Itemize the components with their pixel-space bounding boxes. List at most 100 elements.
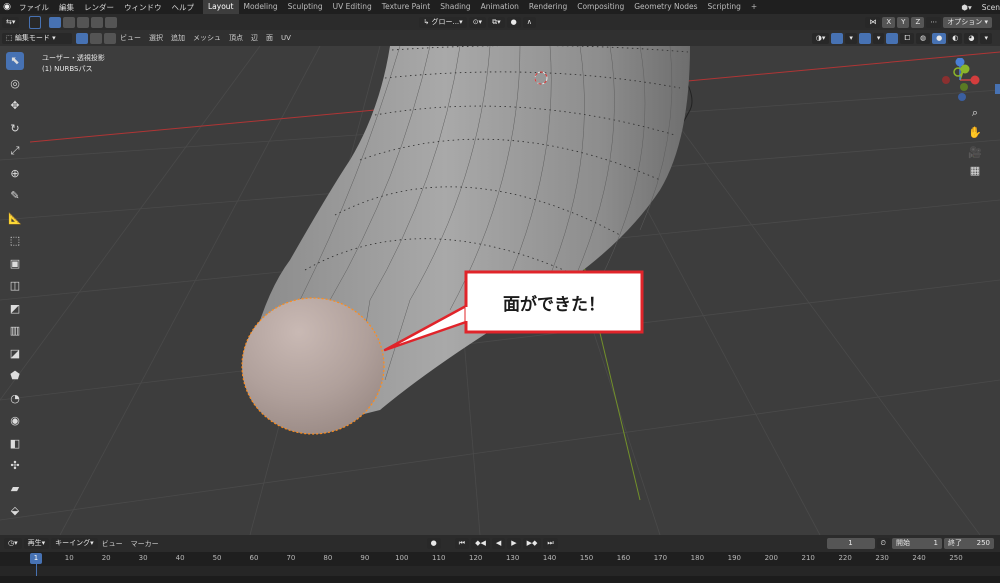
- axis-x-toggle[interactable]: X: [882, 16, 896, 28]
- gizmo-dropdown[interactable]: ▾: [845, 32, 857, 44]
- overlay-dropdown[interactable]: ▾: [872, 32, 885, 44]
- shading-wireframe-icon[interactable]: ◍: [916, 32, 931, 44]
- shading-material-icon[interactable]: ◐: [948, 32, 963, 44]
- pivot-point-dropdown[interactable]: ⊙▾: [468, 16, 487, 28]
- proportional-edit-toggle[interactable]: ●: [506, 16, 521, 28]
- zoom-icon[interactable]: ⌕: [972, 106, 978, 119]
- tab-texture-paint[interactable]: Texture Paint: [377, 0, 435, 14]
- pan-hand-icon[interactable]: ✋: [968, 126, 982, 139]
- record-key-icon[interactable]: ●: [426, 538, 441, 549]
- axis-x-ball-icon[interactable]: [970, 75, 980, 85]
- blender-logo-icon[interactable]: ◉: [0, 2, 14, 12]
- timeline-menu-marker[interactable]: マーカー: [127, 539, 163, 549]
- mirror-icon[interactable]: ⋈: [865, 16, 881, 28]
- tab-shading[interactable]: Shading: [435, 0, 475, 14]
- axis-z-toggle[interactable]: Z: [911, 16, 925, 28]
- tab-sculpting[interactable]: Sculpting: [283, 0, 328, 14]
- snap-dropdown[interactable]: ⧉▾: [488, 16, 505, 28]
- menu-help[interactable]: ヘルプ: [167, 2, 200, 13]
- sidebar-toggle-tab[interactable]: [995, 84, 1000, 94]
- select-mode-new-icon[interactable]: [49, 16, 62, 28]
- menu-render[interactable]: レンダー: [79, 2, 119, 13]
- edge-slide-tool-icon[interactable]: ◧: [6, 435, 24, 453]
- move-tool-icon[interactable]: ✥: [6, 97, 24, 115]
- shading-solid-icon[interactable]: ●: [932, 32, 947, 44]
- select-mode-intersect-icon[interactable]: [105, 16, 118, 28]
- jump-keyframe-forward-icon[interactable]: ▶◆: [522, 538, 542, 549]
- falloff-dropdown[interactable]: ∧: [522, 16, 536, 28]
- options-dropdown[interactable]: オプション ▾: [943, 16, 992, 28]
- gizmo-toggle-icon[interactable]: [831, 32, 844, 44]
- timeline-body[interactable]: [0, 566, 1000, 576]
- rip-region-tool-icon[interactable]: ⬙: [6, 502, 24, 520]
- spin-tool-icon[interactable]: ◔: [6, 390, 24, 408]
- tab-uv-editing[interactable]: UV Editing: [328, 0, 377, 14]
- menu-edit[interactable]: 編集: [54, 2, 79, 13]
- menu-file[interactable]: ファイル: [14, 2, 54, 13]
- jump-keyframe-back-icon[interactable]: ◆◀: [471, 538, 490, 549]
- add-cube-tool-icon[interactable]: ⬚: [6, 232, 24, 250]
- tab-scripting[interactable]: Scripting: [703, 0, 746, 14]
- visibility-icon[interactable]: ◑▾: [811, 32, 830, 44]
- edge-select-icon[interactable]: [90, 32, 102, 44]
- select-mode-invert-icon[interactable]: [91, 16, 104, 28]
- annotate-tool-icon[interactable]: ✎: [6, 187, 24, 205]
- axis-y-toggle[interactable]: Y: [897, 16, 910, 28]
- tab-geometry-nodes[interactable]: Geometry Nodes: [629, 0, 702, 14]
- rotate-tool-icon[interactable]: ↻: [6, 120, 24, 138]
- jump-end-icon[interactable]: ⏭: [543, 538, 558, 549]
- shrink-fatten-tool-icon[interactable]: ✣: [6, 457, 24, 475]
- scene-label[interactable]: Scen: [977, 3, 1000, 12]
- end-cap-face[interactable]: [242, 298, 384, 434]
- menu-uv[interactable]: UV: [277, 34, 295, 42]
- vertex-select-icon[interactable]: [76, 32, 88, 44]
- shear-tool-icon[interactable]: ▰: [6, 480, 24, 498]
- tab-layout[interactable]: Layout: [203, 0, 239, 14]
- overlay-toggle-icon[interactable]: [858, 32, 871, 44]
- menu-mesh[interactable]: メッシュ: [189, 33, 225, 43]
- timeline-menu-view[interactable]: ビュー: [98, 539, 127, 549]
- ortho-grid-icon[interactable]: ▦: [970, 164, 980, 177]
- start-frame-field[interactable]: 開始 1: [892, 538, 942, 549]
- face-select-icon[interactable]: [104, 32, 116, 44]
- measure-tool-icon[interactable]: 📐: [6, 210, 24, 228]
- navigation-gizmo[interactable]: ⌕ ✋ 🎥 ▦: [938, 58, 988, 188]
- select-mode-extend-icon[interactable]: [63, 16, 76, 28]
- current-frame-field[interactable]: 1: [826, 538, 875, 549]
- poly-build-tool-icon[interactable]: ⬟: [6, 367, 24, 385]
- mesh-overlay-icon[interactable]: [886, 32, 899, 44]
- auto-merge-icon[interactable]: ⋯: [926, 16, 942, 28]
- menu-add[interactable]: 追加: [167, 33, 189, 43]
- knife-tool-icon[interactable]: ◪: [6, 345, 24, 363]
- transform-orientation-dropdown[interactable]: ↳ グロー...▾: [419, 16, 467, 28]
- jump-start-icon[interactable]: ⏮: [454, 538, 470, 549]
- menu-select[interactable]: 選択: [145, 33, 167, 43]
- play-icon[interactable]: ▶: [507, 538, 521, 549]
- menu-window[interactable]: ウィンドウ: [119, 2, 167, 13]
- mode-dropdown[interactable]: ⬚ 編集モード ▾: [2, 32, 72, 44]
- inset-tool-icon[interactable]: ◫: [6, 277, 24, 295]
- timeline-menu-playback[interactable]: 再生▾: [23, 538, 50, 549]
- add-workspace-icon[interactable]: +: [746, 0, 762, 14]
- menu-edge[interactable]: 辺: [247, 33, 262, 43]
- transform-tool-icon[interactable]: ⊕: [6, 165, 24, 183]
- end-frame-field[interactable]: 終了 250: [944, 538, 994, 549]
- select-mode-subtract-icon[interactable]: [77, 16, 90, 28]
- tab-modeling[interactable]: Modeling: [239, 0, 283, 14]
- bevel-tool-icon[interactable]: ◩: [6, 300, 24, 318]
- shading-rendered-icon[interactable]: ◕: [964, 32, 979, 44]
- tab-animation[interactable]: Animation: [476, 0, 524, 14]
- smooth-tool-icon[interactable]: ◉: [6, 412, 24, 430]
- editor-type-icon[interactable]: ⇆▾: [2, 16, 20, 28]
- select-box-tool-icon[interactable]: ⬉: [6, 52, 24, 70]
- timeline-editor-icon[interactable]: ◷▾: [4, 538, 22, 549]
- tab-rendering[interactable]: Rendering: [524, 0, 572, 14]
- shading-dropdown[interactable]: ▾: [980, 32, 992, 44]
- cursor-tool-icon[interactable]: ◎: [6, 75, 24, 93]
- menu-vertex[interactable]: 頂点: [225, 33, 247, 43]
- xray-toggle-icon[interactable]: ⧠: [900, 32, 915, 44]
- extrude-tool-icon[interactable]: ▣: [6, 255, 24, 273]
- select-tool-icon[interactable]: [29, 15, 42, 29]
- play-reverse-icon[interactable]: ◀: [491, 538, 506, 549]
- tab-compositing[interactable]: Compositing: [572, 0, 629, 14]
